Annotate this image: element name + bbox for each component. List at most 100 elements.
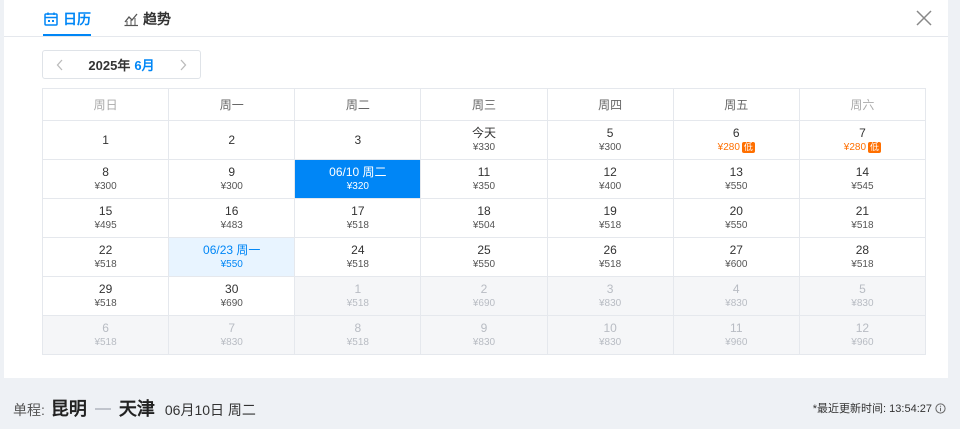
- calendar-day-cell[interactable]: 24 ¥518: [295, 238, 422, 277]
- trip-info: 单程: 昆明 天津 06月10日 周二: [13, 395, 256, 421]
- day-label: 06/10 周二: [329, 165, 387, 179]
- day-price: ¥518: [94, 336, 116, 349]
- calendar-day-cell[interactable]: 25 ¥550: [421, 238, 548, 277]
- tab-calendar[interactable]: 日历: [43, 9, 91, 29]
- calendar-day-cell[interactable]: 3: [295, 121, 422, 160]
- calendar-day-cell[interactable]: 6 ¥280 低: [673, 121, 800, 160]
- calendar-day-cell[interactable]: 1: [43, 121, 170, 160]
- price-value: ¥518: [94, 259, 117, 270]
- calendar-day-cell[interactable]: 30 ¥690: [169, 277, 296, 316]
- day-label: 16: [225, 204, 239, 218]
- price-value: ¥518: [599, 259, 622, 270]
- calendar-panel: 日历 趋势 2025年 6月 周日 周一 周二 周三 周四 周五 周六 1 2 …: [4, 0, 948, 378]
- day-label: 10: [603, 321, 617, 335]
- calendar-day-cell[interactable]: 3 ¥830: [547, 277, 674, 316]
- day-label: 8: [354, 321, 362, 335]
- calendar-day-cell[interactable]: 1 ¥518: [295, 277, 422, 316]
- low-price-badge: 低: [868, 142, 882, 153]
- return-date-cell[interactable]: 06/23 周一 ¥550: [169, 238, 296, 277]
- day-price: ¥400: [599, 180, 621, 193]
- calendar-day-cell[interactable]: 8 ¥518: [295, 316, 422, 355]
- chevron-left-icon: [56, 59, 63, 70]
- calendar-day-cell[interactable]: 20 ¥550: [673, 199, 800, 238]
- trip-type-label: 单程:: [13, 402, 45, 418]
- day-price: ¥518: [94, 297, 116, 310]
- calendar-day-cell[interactable]: 2 ¥690: [421, 277, 548, 316]
- calendar-day-cell[interactable]: 12 ¥400: [547, 160, 674, 199]
- calendar-day-cell[interactable]: 21 ¥518: [799, 199, 926, 238]
- calendar-day-cell[interactable]: 5 ¥830: [799, 277, 926, 316]
- day-label: 6: [732, 126, 740, 140]
- day-label: 11: [730, 321, 743, 335]
- calendar-day-cell[interactable]: 今天 ¥330: [421, 121, 548, 160]
- day-label: 17: [351, 204, 365, 218]
- arrival-city: 天津: [118, 399, 155, 419]
- calendar-day-cell[interactable]: 9 ¥830: [421, 316, 548, 355]
- calendar-grid: 周日 周一 周二 周三 周四 周五 周六 1 2 3 今天 ¥330 5 ¥300 6 ¥280 低 7 ¥280…: [42, 88, 926, 355]
- day-label: 11: [477, 165, 491, 179]
- calendar-day-cell[interactable]: 12 ¥960: [799, 316, 926, 355]
- day-label: 5: [606, 126, 614, 140]
- day-label: 28: [855, 243, 870, 257]
- day-label: 5: [859, 282, 866, 296]
- day-label: 9: [480, 321, 488, 335]
- calendar-day-cell[interactable]: 5 ¥300: [547, 121, 674, 160]
- day-label: 29: [98, 282, 113, 296]
- day-price: ¥330: [473, 141, 495, 154]
- calendar-day-cell[interactable]: 16 ¥483: [169, 199, 296, 238]
- day-label: 19: [603, 204, 617, 218]
- calendar-day-cell[interactable]: 26 ¥518: [547, 238, 674, 277]
- calendar-day-cell[interactable]: 19 ¥518: [547, 199, 674, 238]
- calendar-icon: [44, 12, 58, 26]
- calendar-day-cell[interactable]: 14 ¥545: [799, 160, 926, 199]
- calendar-day-cell[interactable]: 4 ¥830: [673, 277, 800, 316]
- day-price: ¥830: [599, 336, 621, 349]
- day-price: ¥550: [725, 219, 747, 232]
- calendar-day-cell[interactable]: 10 ¥830: [547, 316, 674, 355]
- calendar-day-cell[interactable]: 22 ¥518: [43, 238, 170, 277]
- calendar-day-cell[interactable]: 15 ¥495: [43, 199, 170, 238]
- calendar-day-cell[interactable]: 13 ¥550: [673, 160, 800, 199]
- day-price: ¥495: [94, 219, 116, 232]
- calendar-day-cell[interactable]: 27 ¥600: [673, 238, 800, 277]
- price-value: ¥518: [94, 337, 117, 348]
- calendar-day-cell[interactable]: 11 ¥350: [421, 160, 548, 199]
- calendar-day-cell[interactable]: 18 ¥504: [421, 199, 548, 238]
- calendar-day-cell[interactable]: 9 ¥300: [169, 160, 296, 199]
- day-price: ¥830: [851, 297, 873, 310]
- last-updated-text: *最近更新时间: 13:54:27: [812, 403, 932, 415]
- calendar-day-cell[interactable]: 7 ¥830: [169, 316, 296, 355]
- day-price: ¥350: [473, 180, 495, 193]
- price-value: ¥830: [599, 337, 622, 348]
- low-price-badge: 低: [741, 142, 755, 153]
- info-icon[interactable]: [935, 402, 946, 414]
- next-month-button[interactable]: [176, 58, 190, 72]
- price-value: ¥518: [851, 259, 874, 270]
- tab-calendar-label: 日历: [63, 11, 91, 27]
- day-label: 6: [102, 321, 109, 335]
- calendar-day-cell[interactable]: 6 ¥518: [43, 316, 170, 355]
- selected-date-cell[interactable]: 06/10 周二 ¥320: [295, 160, 422, 199]
- close-button[interactable]: [914, 8, 934, 28]
- calendar-day-cell[interactable]: 7 ¥280 低: [799, 121, 926, 160]
- price-value: ¥518: [346, 259, 369, 270]
- day-price: ¥550: [725, 180, 747, 193]
- price-value: ¥690: [472, 298, 496, 309]
- calendar-day-cell[interactable]: 2: [169, 121, 296, 160]
- calendar-day-cell[interactable]: 28 ¥518: [799, 238, 926, 277]
- calendar-day-cell[interactable]: 17 ¥518: [295, 199, 422, 238]
- tab-bar: 日历 趋势: [4, 0, 948, 37]
- day-price: ¥830: [221, 336, 243, 349]
- calendar-day-cell[interactable]: 29 ¥518: [43, 277, 170, 316]
- calendar-week-row: 1 2 3 今天 ¥330 5 ¥300 6 ¥280 低 7 ¥280 低: [43, 121, 926, 160]
- prev-month-button[interactable]: [53, 58, 67, 72]
- price-value: ¥518: [599, 220, 622, 231]
- calendar-day-cell[interactable]: 11 ¥960: [673, 316, 800, 355]
- chevron-right-icon: [180, 59, 187, 70]
- day-label: 18: [477, 204, 491, 218]
- tab-trend[interactable]: 趋势: [123, 9, 171, 29]
- day-label: 25: [477, 243, 491, 257]
- calendar-day-cell[interactable]: 8 ¥300: [43, 160, 170, 199]
- price-value: ¥400: [599, 181, 622, 192]
- day-price: ¥830: [473, 336, 495, 349]
